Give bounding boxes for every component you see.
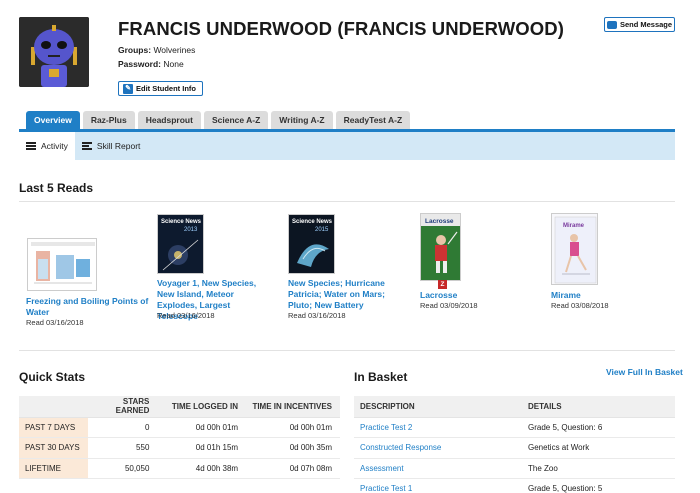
table-row: Practice Test 2 Grade 5, Question: 6 (354, 417, 675, 438)
row-label: LIFETIME (19, 458, 89, 479)
password-line: Password: None (118, 59, 184, 69)
cover-year: 2015 (315, 227, 329, 233)
last-reads-title: Last 5 Reads (19, 181, 94, 195)
mirame-cover-icon: Mirame (552, 214, 597, 284)
send-message-button[interactable]: Send Message (604, 17, 675, 32)
basket-item-link[interactable]: Assessment (360, 464, 404, 473)
book-title[interactable]: Mirame (551, 290, 631, 301)
book-read-date: Read 03/16/2018 (288, 311, 346, 320)
subnav-skill-report[interactable]: Skill Report (75, 132, 147, 160)
book-cover[interactable] (27, 238, 97, 291)
tab-science-a-z[interactable]: Science A-Z (203, 111, 269, 129)
row-label: PAST 7 DAYS (19, 417, 89, 438)
in-basket-title: In Basket (354, 370, 408, 384)
basket-item-link[interactable]: Constructed Response (360, 443, 441, 452)
table-row: Assessment The Zoo (354, 458, 675, 479)
time-incentives-cell: 0d 00h 35m (246, 437, 340, 459)
tab-overview[interactable]: Overview (26, 111, 80, 129)
column-header: TIME IN INCENTIVES (246, 396, 340, 418)
basket-item-details: Grade 5, Question: 5 (522, 478, 675, 493)
pencil-icon: ✎ (123, 83, 133, 94)
level-badge: Z (438, 280, 447, 289)
column-header: STARS EARNED (88, 396, 158, 418)
time-incentives-cell: 0d 07h 08m (246, 458, 340, 479)
time-logged-cell: 4d 00h 38m (157, 458, 247, 479)
robot-avatar-icon (19, 17, 89, 87)
column-header (19, 396, 89, 418)
cover-masthead: Lacrosse (425, 218, 454, 225)
time-incentives-cell: 0d 00h 01m (246, 417, 340, 438)
quick-stats-table: STARS EARNED TIME LOGGED IN TIME IN INCE… (19, 396, 340, 479)
magazine-cover-icon: Science News 2013 (158, 215, 203, 273)
science-diagram-cover-icon (28, 239, 96, 290)
basket-item-link[interactable]: Practice Test 2 (360, 423, 412, 432)
book-title[interactable]: Lacrosse (420, 290, 500, 301)
tab-raz-plus[interactable]: Raz-Plus (82, 111, 135, 129)
book-read-date: Read 03/08/2018 (551, 301, 609, 310)
groups-value: Wolverines (153, 45, 196, 55)
groups-line: Groups: Wolverines (118, 45, 195, 55)
password-label: Password: (118, 59, 161, 69)
in-basket-table: DESCRIPTION DETAILS Practice Test 2 Grad… (354, 396, 675, 493)
table-row: LIFETIME 50,050 4d 00h 38m 0d 07h 08m (19, 458, 340, 479)
magazine-cover-icon: Science News 2015 (289, 215, 334, 273)
avatar (19, 17, 89, 87)
quick-stats-title: Quick Stats (19, 370, 86, 384)
table-row: PAST 7 DAYS 0 0d 00h 01m 0d 00h 01m (19, 417, 340, 438)
book-read-date: Read 03/16/2018 (26, 318, 84, 327)
subnav-activity[interactable]: Activity (19, 132, 75, 160)
lacrosse-cover-icon: Lacrosse (421, 214, 460, 280)
groups-label: Groups: (118, 45, 152, 55)
password-value: None (163, 59, 184, 69)
stars-earned-cell: 0 (88, 417, 158, 438)
book-read-date: Read 03/16/2018 (157, 311, 215, 320)
edit-student-info-label: Edit Student Info (136, 84, 196, 93)
list-icon (26, 142, 36, 150)
book-cover[interactable]: Mirame (551, 213, 598, 285)
student-name: FRANCIS UNDERWOOD (FRANCIS UNDERWOOD) (118, 18, 564, 39)
book-title[interactable]: New Species; Hurricane Patricia; Water o… (288, 278, 408, 311)
table-header-row: STARS EARNED TIME LOGGED IN TIME IN INCE… (19, 396, 340, 418)
time-logged-cell: 0d 00h 01m (157, 417, 247, 438)
sub-navigation: Activity Skill Report (19, 132, 675, 160)
book-cover[interactable]: Science News 2015 (288, 214, 335, 274)
time-logged-cell: 0d 01h 15m (157, 437, 247, 459)
tab-headsprout[interactable]: Headsprout (137, 111, 201, 129)
edit-student-info-button[interactable]: ✎ Edit Student Info (118, 81, 203, 96)
tab-readytest-a-z[interactable]: ReadyTest A-Z (335, 111, 411, 129)
book-cover[interactable]: Science News 2013 (157, 214, 204, 274)
book-cover[interactable]: Lacrosse (420, 213, 461, 281)
divider (19, 350, 675, 351)
table-header-row: DESCRIPTION DETAILS (354, 396, 675, 418)
subnav-skill-report-label: Skill Report (96, 141, 141, 151)
cover-year: 2013 (184, 227, 198, 233)
basket-item-link[interactable]: Practice Test 1 (360, 484, 412, 493)
cover-masthead: Mirame (563, 223, 585, 229)
basket-item-details: The Zoo (522, 458, 675, 479)
basket-item-details: Genetics at Work (522, 437, 675, 459)
basket-item-details: Grade 5, Question: 6 (522, 417, 675, 438)
divider (19, 201, 675, 202)
table-row: Constructed Response Genetics at Work (354, 437, 675, 459)
cover-masthead: Science News (161, 219, 202, 225)
table-row: PAST 30 DAYS 550 0d 01h 15m 0d 00h 35m (19, 437, 340, 459)
chat-bubble-icon (606, 20, 617, 29)
view-full-in-basket-link[interactable]: View Full In Basket (606, 367, 683, 377)
column-header: DESCRIPTION (354, 396, 522, 418)
table-row: Practice Test 1 Grade 5, Question: 5 (354, 478, 675, 493)
stars-earned-cell: 50,050 (88, 458, 158, 479)
product-tabs: Overview Raz-Plus Headsprout Science A-Z… (26, 111, 411, 129)
tab-writing-a-z[interactable]: Writing A-Z (271, 111, 333, 129)
column-header: TIME LOGGED IN (157, 396, 247, 418)
send-message-label: Send Message (619, 20, 673, 29)
book-title[interactable]: Freezing and Boiling Points of Water (26, 296, 151, 318)
column-header: DETAILS (522, 396, 675, 418)
subnav-activity-label: Activity (41, 141, 68, 151)
cover-masthead: Science News (292, 219, 333, 225)
row-label: PAST 30 DAYS (19, 437, 89, 459)
stars-earned-cell: 550 (88, 437, 158, 459)
report-icon (81, 142, 92, 150)
book-read-date: Read 03/09/2018 (420, 301, 478, 310)
